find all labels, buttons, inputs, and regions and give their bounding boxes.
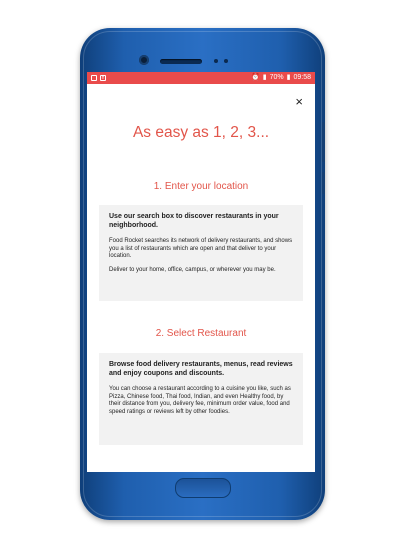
facebook-icon: f [100,75,106,81]
step-2-paragraph: You can choose a restaurant according to… [109,386,291,415]
clock: 09:58 [293,74,311,81]
phone-side-button [322,172,325,194]
phone-side-button [322,122,325,162]
signal-icon: ▮ [262,74,267,81]
status-bar: f ⏰ ▮ 70% ▮ 09:58 [87,72,315,84]
close-icon[interactable]: × [295,94,303,109]
earpiece-speaker [160,59,202,64]
alarm-icon: ⏰ [251,74,260,81]
image-icon [91,75,97,81]
step-1-card: Use our search box to discover restauran… [99,205,303,301]
page-title: As easy as 1, 2, 3... [132,124,270,141]
step-1-title: 1. Enter your location [153,181,249,192]
phone-screen: f ⏰ ▮ 70% ▮ 09:58 × As easy as 1, 2, 3..… [87,72,315,472]
step-1-paragraph: Deliver to your home, office, campus, or… [109,266,276,273]
step-2-lead: Browse food delivery restaurants, menus,… [109,361,293,377]
step-1-paragraph: Food Rocket searches its network of deli… [109,238,293,260]
sensor-dot [214,59,218,63]
battery-level: 70% [269,74,284,81]
battery-icon: ▮ [286,74,291,81]
home-button[interactable] [175,478,231,498]
sensor-dot [224,59,228,63]
step-2-card: Browse food delivery restaurants, menus,… [99,353,303,445]
step-2-title: 2. Select Restaurant [155,328,247,339]
step-1-lead: Use our search box to discover restauran… [109,213,279,229]
front-camera-icon [139,55,149,65]
